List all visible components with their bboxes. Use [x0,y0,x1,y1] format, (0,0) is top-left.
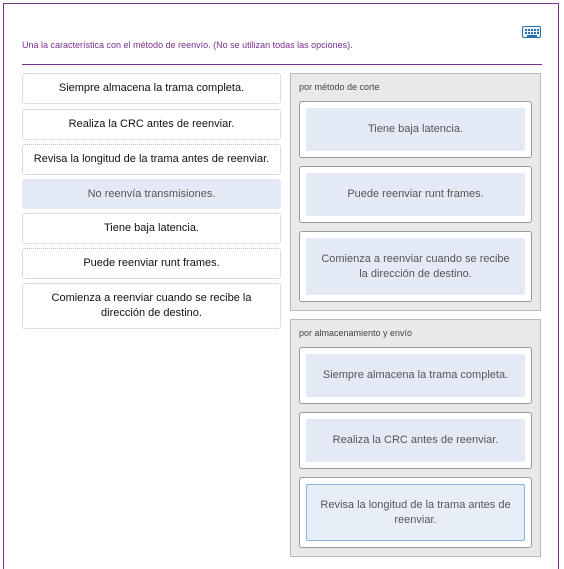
drop-zone-store-and-forward: por almacenamiento y envío Siempre almac… [290,319,541,557]
option-item[interactable]: Comienza a reenviar cuando se recibe la … [22,283,281,329]
instruction-text: Una la característica con el método de r… [22,40,353,50]
option-item[interactable]: Tiene baja latencia. [22,213,281,244]
drop-slot[interactable]: Siempre almacena la trama completa. [299,347,532,404]
drop-slot[interactable]: Puede reenviar runt frames. [299,166,532,223]
option-item[interactable]: Siempre almacena la trama completa. [22,73,281,104]
placed-item[interactable]: Tiene baja latencia. [306,108,525,151]
option-item[interactable]: Puede reenviar runt frames. [22,248,281,279]
placed-item[interactable]: Revisa la longitud de la trama antes de … [306,484,525,541]
drop-slot[interactable]: Tiene baja latencia. [299,101,532,158]
option-item[interactable]: Realiza la CRC antes de reenviar. [22,109,281,140]
drop-slot[interactable]: Realiza la CRC antes de reenviar. [299,412,532,469]
zone-title: por almacenamiento y envío [299,328,413,338]
drop-slot[interactable]: Comienza a reenviar cuando se recibe la … [299,231,532,302]
placed-item[interactable]: Comienza a reenviar cuando se recibe la … [306,238,525,295]
keyboard-icon[interactable] [522,26,541,38]
placed-item[interactable]: Realiza la CRC antes de reenviar. [306,419,525,462]
zone-title: por método de corte [299,82,380,92]
option-item[interactable]: No reenvía transmisiones. [22,179,281,209]
placed-item[interactable]: Siempre almacena la trama completa. [306,354,525,397]
divider [22,64,542,65]
option-item[interactable]: Revisa la longitud de la trama antes de … [22,144,281,175]
placed-item[interactable]: Puede reenviar runt frames. [306,173,525,216]
drop-slot[interactable]: Revisa la longitud de la trama antes de … [299,477,532,548]
drop-zone-cut-through: por método de corte Tiene baja latencia.… [290,73,541,311]
